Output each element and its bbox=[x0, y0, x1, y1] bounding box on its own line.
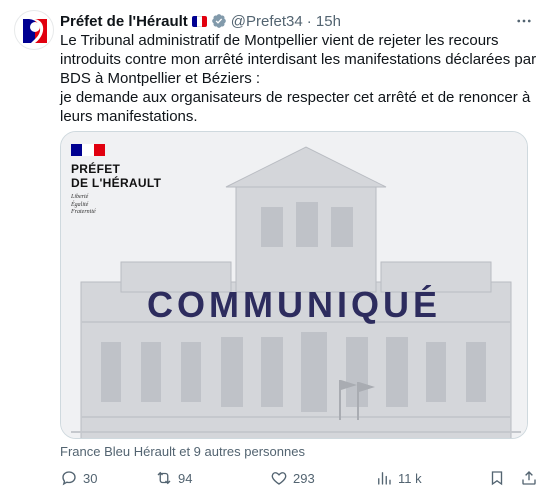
heart-icon bbox=[271, 472, 287, 485]
motto-line-3: Fraternité bbox=[71, 209, 96, 215]
retweet-icon bbox=[157, 471, 171, 485]
logo-line-2: DE L'HÉRAULT bbox=[71, 176, 162, 190]
prefecture-logo: PRÉFET DE L'HÉRAULT Liberté Égalité Frat… bbox=[71, 144, 161, 217]
share-icon bbox=[522, 471, 536, 485]
retweet-count: 94 bbox=[178, 470, 193, 486]
reply-icon bbox=[62, 471, 76, 486]
tweet-text-paragraph-2: je demande aux organisateurs de respecte… bbox=[60, 89, 531, 125]
motto-line-2: Égalité bbox=[71, 201, 89, 208]
verified-badge-icon[interactable] bbox=[211, 13, 227, 29]
like-button[interactable]: 293 bbox=[270, 469, 375, 487]
retweet-button[interactable]: 94 bbox=[155, 469, 270, 487]
handle[interactable]: @Prefet34 bbox=[231, 13, 303, 30]
action-bar: 30 94 293 11 k bbox=[60, 468, 538, 488]
tweet-header: Préfet de l'Hérault @Prefet34 · 15h bbox=[60, 11, 534, 31]
tweet-media-image[interactable]: PRÉFET DE L'HÉRAULT Liberté Égalité Frat… bbox=[60, 131, 528, 439]
avatar[interactable] bbox=[14, 10, 54, 50]
france-flag-icon bbox=[191, 15, 207, 27]
reply-button[interactable]: 30 bbox=[60, 469, 155, 487]
tagged-people[interactable]: France Bleu Hérault et 9 autres personne… bbox=[60, 443, 305, 459]
share-button[interactable] bbox=[520, 469, 538, 487]
views-count: 11 k bbox=[398, 470, 422, 486]
action-bar-right bbox=[488, 469, 538, 487]
tagged-people-label: France Bleu Hérault et 9 autres personne… bbox=[60, 443, 305, 459]
more-options-icon[interactable] bbox=[514, 11, 534, 31]
tweet-text-paragraph-1: Le Tribunal administratif de Montpellier… bbox=[60, 32, 537, 87]
analytics-icon bbox=[378, 472, 391, 485]
bookmark-button[interactable] bbox=[488, 469, 506, 487]
communique-headline: COMMUNIQUÉ bbox=[147, 284, 441, 325]
marianne-flag-icon bbox=[71, 144, 105, 156]
logo-line-1: PRÉFET bbox=[71, 162, 121, 176]
motto-line-1: Liberté bbox=[71, 194, 89, 200]
marianne-logo-icon bbox=[19, 15, 51, 47]
display-name[interactable]: Préfet de l'Hérault bbox=[60, 13, 188, 30]
reply-count: 30 bbox=[83, 470, 98, 486]
tweet-text: Le Tribunal administratif de Montpellier… bbox=[60, 31, 538, 126]
like-count: 293 bbox=[293, 470, 315, 486]
motto: Liberté Égalité Fraternité bbox=[71, 194, 161, 217]
views-button[interactable]: 11 k bbox=[375, 469, 470, 487]
bookmark-icon bbox=[491, 471, 503, 486]
timestamp[interactable]: · 15h bbox=[307, 13, 341, 30]
